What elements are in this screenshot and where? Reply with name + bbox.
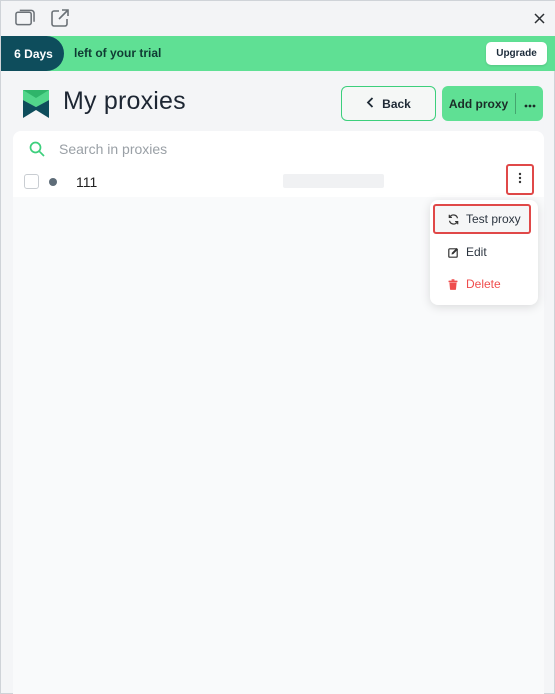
search-icon bbox=[29, 141, 45, 162]
app-logo-icon bbox=[23, 90, 49, 118]
more-vertical-icon bbox=[518, 171, 522, 189]
menu-item-test-proxy[interactable]: Test proxy bbox=[433, 204, 531, 234]
menu-item-delete[interactable]: Delete bbox=[430, 271, 538, 297]
add-proxy-label: Add proxy bbox=[448, 96, 509, 111]
window-titlebar bbox=[1, 1, 555, 36]
row-menu-button[interactable] bbox=[506, 164, 534, 195]
upgrade-button[interactable]: Upgrade bbox=[486, 42, 547, 65]
add-proxy-button[interactable]: Add proxy bbox=[442, 86, 543, 121]
back-button-label: Back bbox=[382, 96, 411, 111]
menu-item-label: Delete bbox=[466, 277, 501, 291]
proxy-host-redacted bbox=[283, 174, 384, 188]
chevron-left-icon bbox=[366, 96, 374, 111]
row-checkbox[interactable] bbox=[24, 174, 39, 189]
trial-days-badge: 6 Days bbox=[1, 36, 64, 71]
external-link-icon[interactable] bbox=[50, 9, 70, 27]
add-proxy-more-button[interactable] bbox=[516, 86, 543, 121]
menu-item-label: Test proxy bbox=[466, 212, 521, 226]
table-row[interactable]: 111 bbox=[13, 164, 544, 197]
trial-message: left of your trial bbox=[74, 46, 162, 60]
trial-banner: 6 Days left of your trial Upgrade bbox=[1, 36, 555, 71]
row-context-menu: Test proxy Edit Delete bbox=[430, 200, 538, 305]
menu-item-label: Edit bbox=[466, 245, 487, 259]
search-bar bbox=[13, 131, 544, 167]
status-dot bbox=[49, 178, 57, 186]
edit-icon bbox=[446, 247, 460, 258]
page-title: My proxies bbox=[63, 87, 186, 115]
close-icon[interactable] bbox=[529, 9, 549, 27]
proxy-name: 111 bbox=[76, 174, 98, 190]
trash-icon bbox=[446, 278, 460, 290]
more-horizontal-icon bbox=[524, 95, 536, 113]
back-button[interactable]: Back bbox=[341, 86, 436, 121]
search-input[interactable] bbox=[59, 137, 519, 161]
refresh-icon bbox=[446, 213, 460, 225]
menu-item-edit[interactable]: Edit bbox=[430, 239, 538, 265]
app-window: 6 Days left of your trial Upgrade My pro… bbox=[0, 0, 555, 694]
window-icon[interactable] bbox=[15, 9, 35, 27]
